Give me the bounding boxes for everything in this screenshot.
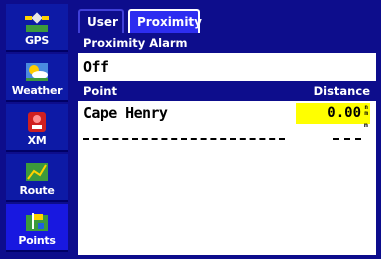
empty-distance-placeholder[interactable] [333,138,361,140]
unit-top: n [363,122,368,129]
distance-unit: n m [364,105,368,117]
proximity-alarm-field[interactable]: Off [78,53,376,81]
weather-sun-cloud-icon [26,63,48,81]
distance-unit: n [364,123,368,129]
sidebar-item-label: Points [18,234,56,247]
point-name[interactable]: Cape Henry [83,104,168,122]
sidebar-item-points[interactable]: Points [6,204,68,252]
empty-point-placeholder[interactable] [83,138,285,140]
proximity-panel: Proximity Alarm Off Point Distance Cape … [78,33,376,255]
points-flag-icon [26,213,48,231]
proximity-alarm-header: Proximity Alarm [78,33,376,53]
distance-field[interactable]: 0.00 n m [296,103,370,124]
sidebar-item-label: Weather [11,84,63,97]
sidebar-item-weather[interactable]: Weather [6,54,68,102]
proximity-alarm-label: Proximity Alarm [83,36,188,50]
gps-satellite-icon [25,12,49,32]
sidebar-item-label: GPS [24,34,50,47]
column-header-distance: Distance [313,84,370,98]
sidebar-item-gps[interactable]: GPS [6,4,68,52]
distance-value: 0.00 [327,105,361,121]
sidebar-item-xm[interactable]: XM [6,104,68,152]
table-row-empty[interactable]: n [78,123,376,147]
tab-proximity[interactable]: Proximity [128,9,202,33]
unit-bottom: m [364,110,368,117]
tab-user[interactable]: User [78,9,124,33]
route-map-icon [26,163,48,181]
table-row[interactable]: Cape Henry 0.00 n m [78,103,376,125]
column-header-point: Point [83,84,117,98]
sidebar-item-label: XM [27,134,47,147]
sidebar-item-label: Route [19,184,55,197]
sidebar-item-route[interactable]: Route [6,154,68,202]
table-header: Point Distance [78,81,376,101]
xm-radio-icon [28,112,46,132]
gps-screen: GPS Weather XM Route Points User Proximi… [0,0,381,259]
sidebar: GPS Weather XM Route Points [6,4,68,256]
